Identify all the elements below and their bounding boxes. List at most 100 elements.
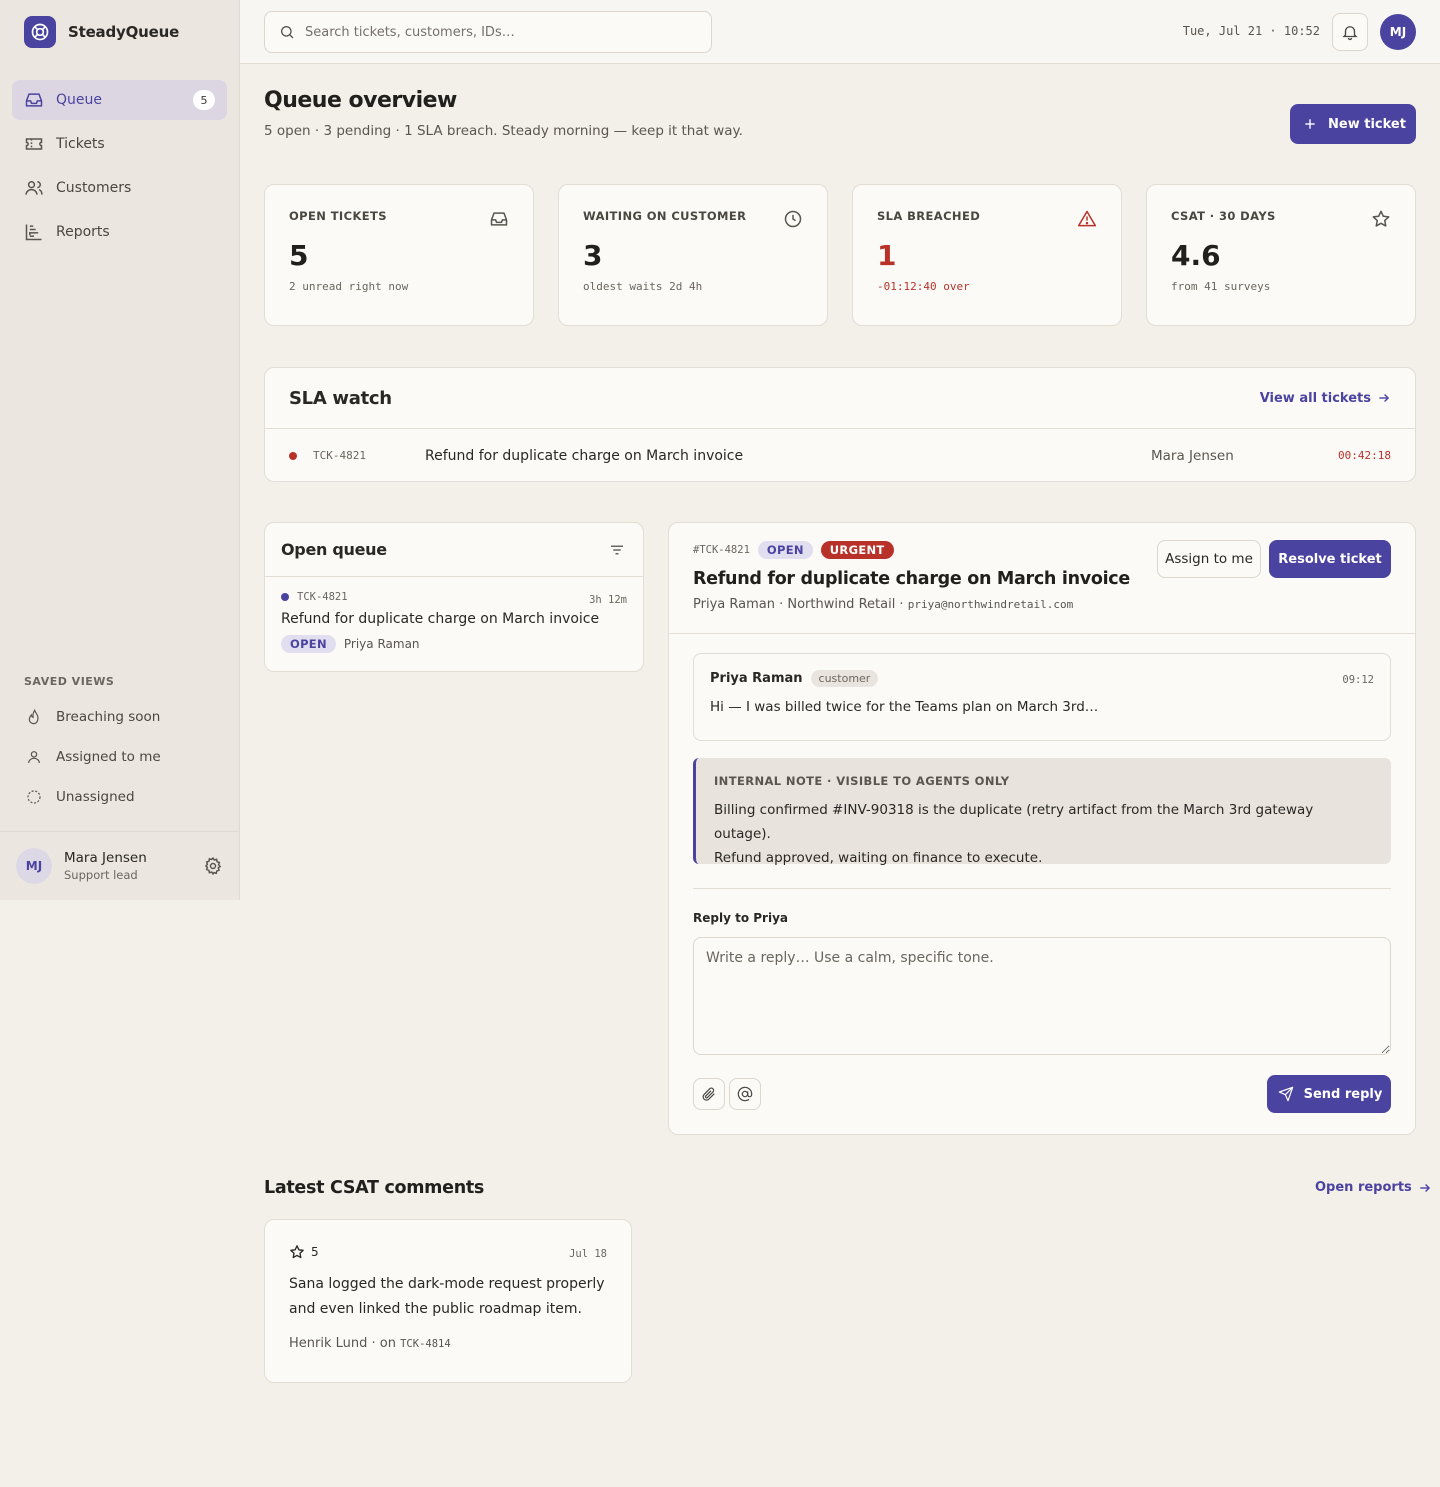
csat-score: 5 [311, 1245, 319, 1259]
stat-sla-breached: SLA BREACHED 1 -01:12:40 over [852, 184, 1122, 326]
user-avatar[interactable]: MJ [16, 848, 52, 884]
stat-value: 1 [877, 239, 897, 272]
current-datetime: Tue, Jul 21 · 10:52 [1182, 24, 1320, 38]
nav-item-tickets[interactable]: Tickets [12, 124, 227, 164]
saved-view-breaching-soon[interactable]: Breaching soon [12, 697, 227, 737]
brand-name: SteadyQueue [68, 23, 180, 41]
stat-value: 5 [289, 239, 309, 272]
stat-note: 2 unread right now [289, 280, 409, 293]
user-icon [24, 747, 44, 767]
bell-icon [1340, 22, 1360, 42]
reply-textarea[interactable] [693, 937, 1391, 1055]
saved-view-label: Unassigned [56, 789, 135, 805]
message-body: Hi — I was billed twice for the Teams pl… [710, 699, 1099, 715]
csat-author: Henrik Lund · on [289, 1336, 401, 1351]
nav-item-queue[interactable]: Queue 5 [12, 80, 227, 120]
open-reports-link[interactable]: Open reports [1315, 1180, 1432, 1195]
view-all-tickets-link[interactable]: View all tickets [1260, 391, 1391, 406]
list-item[interactable]: TCK-4821 3h 12m Refund for duplicate cha… [265, 577, 643, 667]
author-role-badge: customer [810, 670, 879, 687]
internal-note-line: Refund approved, waiting on finance to e… [714, 850, 1043, 866]
ticket-id: TCK-4821 [313, 449, 366, 462]
user-role: Support lead [64, 868, 138, 882]
ticket-subject: Refund for duplicate charge on March inv… [281, 611, 600, 627]
status-badge: OPEN [757, 541, 813, 559]
message-author: Priya Raman [710, 671, 803, 686]
saved-views: Breaching soon Assigned to me Unassigned [12, 697, 227, 817]
stat-value: 4.6 [1171, 239, 1221, 272]
saved-view-assigned-to-me[interactable]: Assigned to me [12, 737, 227, 777]
stat-note: -01:12:40 over [877, 280, 970, 293]
filter-icon[interactable] [607, 540, 627, 560]
flame-icon [24, 707, 44, 727]
paperclip-icon [699, 1084, 719, 1104]
arrow-right-icon [1418, 1181, 1432, 1195]
message-time: 09:12 [1342, 674, 1374, 686]
mention-button[interactable] [729, 1078, 761, 1110]
nav-item-label: Customers [56, 180, 132, 196]
ticket-detail-panel: #TCK-4821 OPEN URGENT Refund for duplica… [668, 522, 1416, 1135]
stat-open-tickets: OPEN TICKETS 5 2 unread right now [264, 184, 534, 326]
search-input[interactable] [305, 24, 699, 40]
stat-value: 3 [583, 239, 603, 272]
queue-item-footer: OPEN Priya Raman [281, 635, 627, 653]
stat-note: oldest waits 2d 4h [583, 280, 703, 293]
internal-note-label: INTERNAL NOTE · VISIBLE TO AGENTS ONLY [714, 774, 1010, 788]
profile-avatar[interactable]: MJ [1380, 14, 1416, 50]
main-nav: Queue 5 Tickets Customers Reports [12, 80, 227, 256]
csat-comment-footer: Henrik Lund · on TCK-4814 [289, 1336, 607, 1351]
customer-email[interactable]: priya@northwindretail.com [908, 598, 1074, 611]
queue-count-badge: 5 [193, 90, 215, 110]
inbox-icon [489, 209, 509, 229]
open-queue-header: Open queue [265, 523, 643, 577]
at-sign-icon [735, 1084, 755, 1104]
open-reports-label: Open reports [1315, 1180, 1412, 1195]
clock-icon [783, 209, 803, 229]
csat-comment-line: and even linked the public roadmap item. [289, 1301, 582, 1317]
attach-button[interactable] [693, 1078, 725, 1110]
csat-ticket-link[interactable]: TCK-4814 [400, 1338, 451, 1350]
user-info: Mara Jensen Support lead [64, 850, 147, 882]
notifications-button[interactable] [1332, 13, 1368, 51]
saved-view-unassigned[interactable]: Unassigned [12, 777, 227, 817]
view-all-tickets-label: View all tickets [1259, 390, 1371, 406]
sla-watch-panel: SLA watch View all tickets TCK-4821 Refu… [264, 367, 1416, 482]
saved-view-label: Assigned to me [56, 749, 161, 765]
nav-item-label: Tickets [56, 136, 105, 152]
new-ticket-button[interactable]: New ticket [1290, 104, 1416, 144]
nav-item-customers[interactable]: Customers [12, 168, 227, 208]
brand[interactable]: SteadyQueue [24, 16, 179, 48]
gear-icon[interactable] [203, 856, 223, 876]
ticket-icon [24, 134, 44, 154]
csat-rating: 5 [289, 1244, 607, 1260]
send-reply-button[interactable]: Send reply [1267, 1075, 1391, 1113]
table-row[interactable]: TCK-4821 Refund for duplicate charge on … [265, 429, 1415, 482]
status-badge: OPEN [281, 635, 336, 653]
star-icon [289, 1244, 305, 1260]
sla-watch-header: SLA watch View all tickets [265, 368, 1415, 429]
internal-note-line: Billing confirmed #INV-90318 is the dupl… [714, 802, 1314, 842]
priority-badge: URGENT [820, 541, 894, 559]
customer-message: Priya Raman customer 09:12 Hi — I was bi… [693, 653, 1391, 741]
csat-date: Jul 18 [569, 1248, 607, 1260]
stats-row: OPEN TICKETS 5 2 unread right now WAITIN… [264, 184, 1416, 326]
resolve-ticket-button[interactable]: Resolve ticket [1269, 540, 1391, 578]
ticket-age: 3h 12m [589, 594, 627, 606]
current-user: MJ Mara Jensen Support lead [0, 831, 239, 900]
nav-item-reports[interactable]: Reports [12, 212, 227, 252]
topbar: Tue, Jul 21 · 10:52 MJ [240, 0, 1440, 64]
open-queue-title: Open queue [281, 540, 387, 559]
assign-to-me-button[interactable]: Assign to me [1157, 540, 1261, 578]
message-header: Priya Raman customer [710, 670, 1374, 687]
ticket-id: #TCK-4821 [693, 544, 750, 556]
csat-section-title: Latest CSAT comments [264, 1178, 485, 1198]
stat-label: CSAT · 30 DAYS [1171, 209, 1276, 223]
search-box[interactable] [264, 11, 712, 53]
nav-item-label: Reports [56, 224, 110, 240]
breach-status-dot [289, 451, 297, 460]
lifebuoy-logo-icon [24, 16, 56, 48]
divider [693, 888, 1391, 889]
internal-note-body: Billing confirmed #INV-90318 is the dupl… [714, 798, 1373, 870]
stat-label: SLA BREACHED [877, 209, 981, 223]
stat-label: WAITING ON CUSTOMER [583, 209, 747, 223]
